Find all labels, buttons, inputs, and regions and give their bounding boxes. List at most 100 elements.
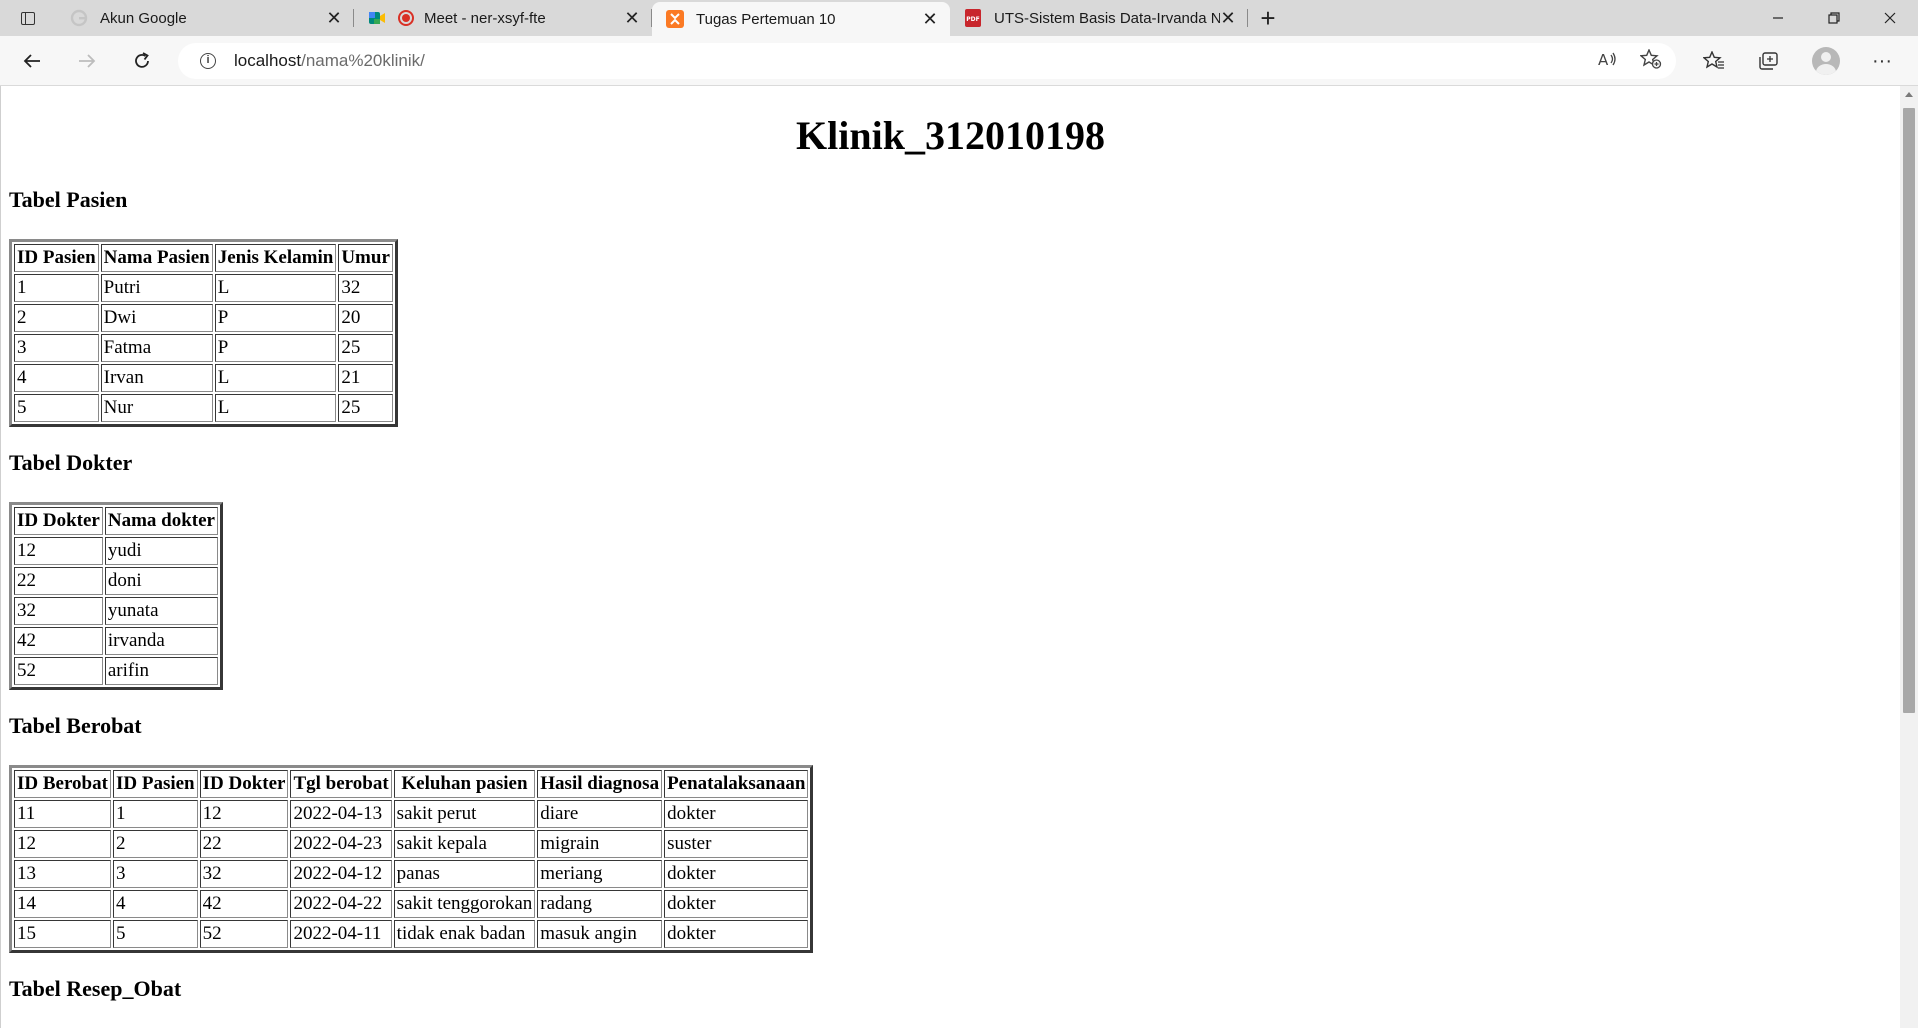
table-row: 13 3 32 2022-04-12 panas meriang dokter [14,860,809,888]
tab-actions-button[interactable] [0,0,56,36]
table-cell: L [214,364,337,392]
table-cell: 2 [14,304,99,332]
table-cell: 2022-04-11 [290,920,392,948]
table-cell: 15 [14,920,111,948]
table-dokter: ID Dokter Nama dokter 12 yudi 22 doni 32 yuna… [9,502,223,690]
table-cell: 12 [199,800,289,828]
table-cell: 5 [14,394,99,422]
refresh-button[interactable] [126,45,158,77]
table-cell: L [214,394,337,422]
table-cell: 32 [14,597,103,625]
profile-button[interactable] [1810,45,1842,77]
column-header: ID Pasien [14,244,99,272]
table-cell: 13 [14,860,111,888]
heading-tabel-dokter: Tabel Dokter [9,450,133,475]
close-tab-icon[interactable]: ✕ [1220,9,1236,27]
table-cell: P [214,304,337,332]
restore-button[interactable] [1806,0,1862,36]
site-info-icon[interactable]: i [200,53,216,69]
table-cell: 2022-04-23 [290,830,392,858]
tab-uts-pdf[interactable]: PDF UTS-Sistem Basis Data-Irvanda N ✕ [950,0,1248,36]
table-row: 42 irvanda [14,627,218,655]
new-tab-button[interactable]: + [1248,0,1288,36]
table-header-row: ID Berobat ID Pasien ID Dokter Tgl berob… [14,770,809,798]
table-cell: 2022-04-13 [290,800,392,828]
table-cell: 4 [112,890,198,918]
table-cell: diare [537,800,663,828]
column-header: Keluhan pasien [393,770,536,798]
url-path: /nama%20klinik/ [301,51,425,70]
pdf-icon: PDF [964,9,982,27]
table-cell: sakit perut [393,800,536,828]
settings-menu-button[interactable]: ··· [1866,45,1898,77]
heading-tabel-resep-obat: Tabel Resep_Obat [9,976,182,1001]
table-cell: 42 [199,890,289,918]
tab-title: UTS-Sistem Basis Data-Irvanda N [994,9,1220,27]
table-row: 15 5 52 2022-04-11 tidak enak badan masuk ang… [14,920,809,948]
column-header: Tgl berobat [290,770,392,798]
table-cell: sakit kepala [393,830,536,858]
add-favorite-icon[interactable] [1639,47,1662,74]
address-bar[interactable]: i localhost/nama%20klinik/ A [178,43,1676,79]
column-header: Penatalaksanaan [664,770,809,798]
tab-actions-icon [21,11,35,25]
table-row: 12 yudi [14,537,218,565]
column-header: ID Dokter [199,770,289,798]
table-cell: 32 [338,274,393,302]
table-cell: 11 [14,800,111,828]
table-cell: suster [664,830,809,858]
minimize-button[interactable] [1750,0,1806,36]
tab-tugas-pertemuan[interactable]: Tugas Pertemuan 10 ✕ [652,2,950,36]
recording-icon [398,10,414,26]
favorites-button[interactable] [1698,45,1730,77]
refresh-icon [135,52,149,68]
table-cell: yunata [104,597,218,625]
close-tab-icon[interactable]: ✕ [326,9,342,27]
table-cell: arifin [104,657,218,685]
tab-akun-google[interactable]: Akun Google ✕ [56,0,354,36]
address-bar-actions: A [1598,43,1662,79]
vertical-scrollbar[interactable] [1900,86,1918,1028]
table-cell: dokter [664,890,809,918]
table-cell: Putri [100,274,213,302]
table-cell: Fatma [100,334,213,362]
svg-text:PDF: PDF [966,16,979,23]
table-cell: 12 [14,830,111,858]
back-button[interactable] [16,45,48,77]
avatar [1812,47,1840,75]
read-aloud-icon[interactable]: A [1598,50,1618,73]
scroll-up-arrow-icon[interactable] [1905,92,1913,97]
table-cell: P [214,334,337,362]
collections-button[interactable] [1753,45,1785,77]
tab-title: Meet - ner-xsyf-fte [424,9,546,27]
table-row: 4 Irvan L 21 [14,364,393,392]
tab-title: Tugas Pertemuan 10 [696,10,836,28]
xampp-icon [666,10,684,28]
column-header: ID Berobat [14,770,111,798]
tab-google-meet[interactable]: Meet - ner-xsyf-fte ✕ [354,0,652,36]
scrollbar-thumb[interactable] [1903,108,1915,713]
window-controls [1750,0,1918,36]
forward-arrow-icon [79,54,96,68]
close-tab-icon[interactable]: ✕ [922,10,938,28]
table-row: 3 Fatma P 25 [14,334,393,362]
more-options-icon: ··· [1872,49,1892,72]
table-cell: dokter [664,860,809,888]
heading-tabel-berobat: Tabel Berobat [9,713,142,738]
table-cell: 4 [14,364,99,392]
table-cell: meriang [537,860,663,888]
table-cell: 1 [112,800,198,828]
close-icon [1884,12,1896,24]
close-window-button[interactable] [1862,0,1918,36]
close-tab-icon[interactable]: ✕ [624,9,640,27]
favorites-icon [1703,51,1724,69]
table-cell: migrain [537,830,663,858]
tab-title: Akun Google [100,9,187,27]
table-cell: Irvan [100,364,213,392]
column-header: ID Pasien [112,770,198,798]
heading-tabel-pasien: Tabel Pasien [9,187,128,212]
forward-button[interactable] [71,45,103,77]
column-header: Jenis Kelamin [214,244,337,272]
table-cell: 20 [338,304,393,332]
browser-toolbar: i localhost/nama%20klinik/ A ··· [0,36,1918,86]
